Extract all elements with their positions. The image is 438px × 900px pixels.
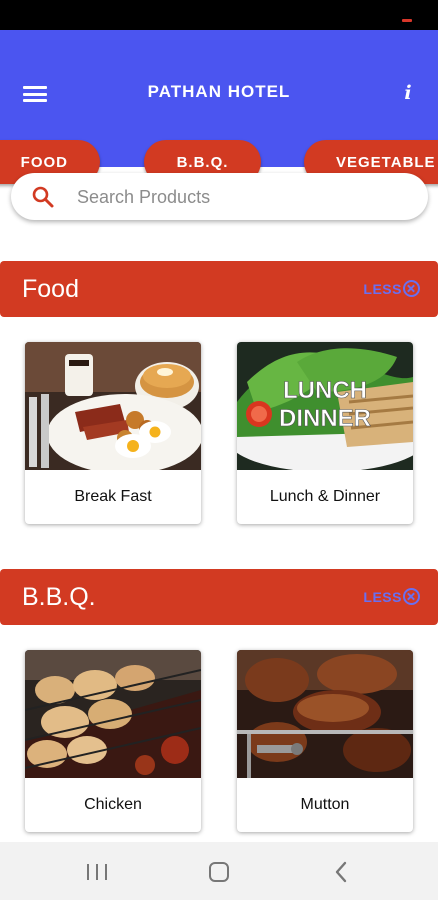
close-circle-icon (403, 280, 420, 297)
less-button[interactable]: LESS (363, 588, 420, 605)
section-header-bbq: B.B.Q. LESS (0, 569, 438, 625)
less-label: LESS (363, 280, 402, 297)
product-name: Break Fast (74, 488, 152, 505)
product-name: Mutton (300, 796, 350, 813)
search-input[interactable] (77, 183, 397, 211)
back-icon[interactable] (333, 860, 349, 884)
search-icon[interactable] (31, 185, 55, 209)
less-button[interactable]: LESS (363, 280, 420, 297)
section-title: B.B.Q. (22, 583, 96, 611)
home-icon[interactable] (209, 862, 229, 882)
status-indicator (402, 19, 412, 22)
lunch-dinner-image: LUNCH DINNER (237, 342, 413, 470)
section-header-food: Food LESS (0, 261, 438, 317)
recents-icon[interactable] (87, 864, 107, 880)
product-card-lunch-dinner[interactable]: LUNCH DINNER Lunch & Dinner (237, 342, 413, 524)
app-bar: PATHAN HOTEL i FOOD B.B.Q. VEGETABLE (0, 30, 438, 184)
product-card-mutton[interactable]: Mutton (237, 650, 413, 832)
close-circle-icon (403, 588, 420, 605)
product-name: Chicken (84, 796, 142, 813)
system-nav-bar (0, 842, 438, 900)
info-icon[interactable]: i (398, 82, 418, 104)
breakfast-image (25, 342, 201, 470)
app-title: PATHAN HOTEL (147, 82, 291, 101)
product-card-chicken[interactable]: Chicken (25, 650, 201, 832)
section-title: Food (22, 275, 79, 303)
status-bar (0, 0, 438, 30)
image-text-dinner: DINNER (279, 405, 371, 432)
search-bar (11, 173, 428, 220)
product-card-breakfast[interactable]: Break Fast (25, 342, 201, 524)
image-text-lunch: LUNCH (283, 377, 367, 404)
less-label: LESS (363, 588, 402, 605)
mutton-image (237, 650, 413, 778)
product-name: Lunch & Dinner (269, 488, 381, 505)
app-screen: PATHAN HOTEL i FOOD B.B.Q. VEGETABLE Foo… (0, 0, 438, 900)
chicken-image (25, 650, 201, 778)
